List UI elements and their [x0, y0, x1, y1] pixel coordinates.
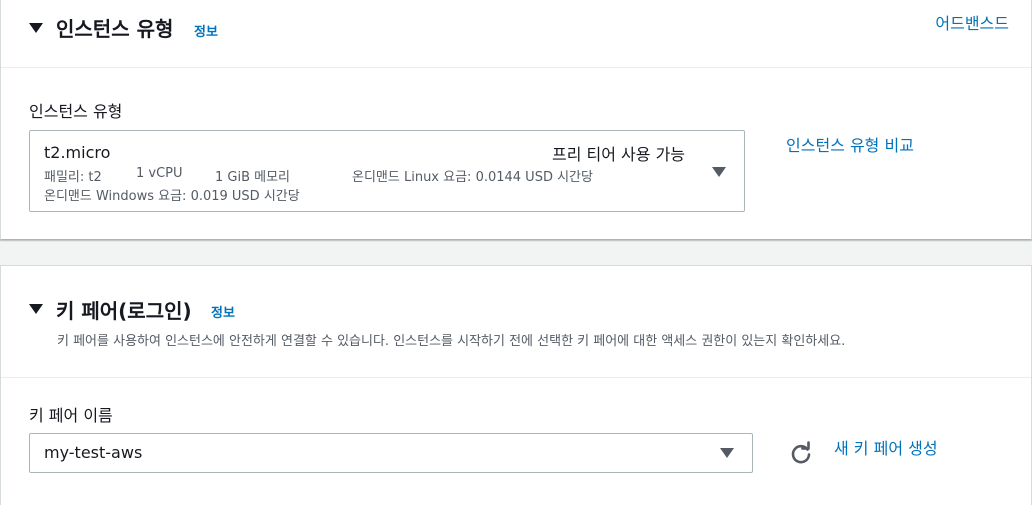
dropdown-caret-icon — [720, 448, 734, 458]
free-tier-badge: 프리 티어 사용 가능 — [552, 145, 686, 164]
instance-family: 패밀리: t2 — [44, 170, 102, 185]
refresh-icon[interactable] — [787, 440, 815, 468]
instance-type-name: t2.micro — [44, 143, 111, 162]
instance-vcpu: 1 vCPU — [136, 166, 183, 181]
collapse-caret-icon[interactable] — [29, 304, 43, 314]
instance-type-info-link[interactable]: 정보 — [194, 21, 218, 40]
instance-type-title: 인스턴스 유형 — [56, 17, 174, 41]
windows-price: 온디맨드 Windows 요금: 0.019 USD 시간당 — [44, 189, 300, 204]
instance-type-field-label: 인스턴스 유형 — [29, 102, 123, 121]
key-pair-value: my-test-aws — [44, 443, 143, 462]
collapse-caret-icon[interactable] — [29, 23, 43, 33]
key-pair-field-label: 키 페어 이름 — [29, 406, 113, 425]
compare-instance-types-link[interactable]: 인스턴스 유형 비교 — [786, 132, 914, 156]
instance-type-panel: 인스턴스 유형 정보 어드밴스드 인스턴스 유형 t2.micro 프리 티어 … — [0, 0, 1032, 240]
key-pair-header: 키 페어(로그인) 정보 키 페어를 사용하여 인스턴스에 안전하게 연결할 수… — [1, 266, 1031, 378]
key-pair-title: 키 페어(로그인) — [56, 299, 192, 323]
key-pair-panel: 키 페어(로그인) 정보 키 페어를 사용하여 인스턴스에 안전하게 연결할 수… — [0, 265, 1032, 505]
key-pair-description: 키 페어를 사용하여 인스턴스에 안전하게 연결할 수 있습니다. 인스턴스를 … — [57, 334, 846, 349]
instance-type-header: 인스턴스 유형 정보 어드밴스드 — [1, 0, 1031, 68]
advanced-link[interactable]: 어드밴스드 — [935, 10, 1009, 34]
key-pair-select[interactable]: my-test-aws — [29, 433, 753, 473]
dropdown-caret-icon — [712, 167, 726, 177]
linux-price: 온디맨드 Linux 요금: 0.0144 USD 시간당 — [352, 170, 593, 185]
create-key-pair-link[interactable]: 새 키 페어 생성 — [834, 435, 938, 459]
instance-memory: 1 GiB 메모리 — [215, 170, 291, 185]
key-pair-info-link[interactable]: 정보 — [211, 302, 235, 321]
instance-type-select[interactable]: t2.micro 프리 티어 사용 가능 패밀리: t2 1 vCPU 1 Gi… — [29, 130, 745, 212]
